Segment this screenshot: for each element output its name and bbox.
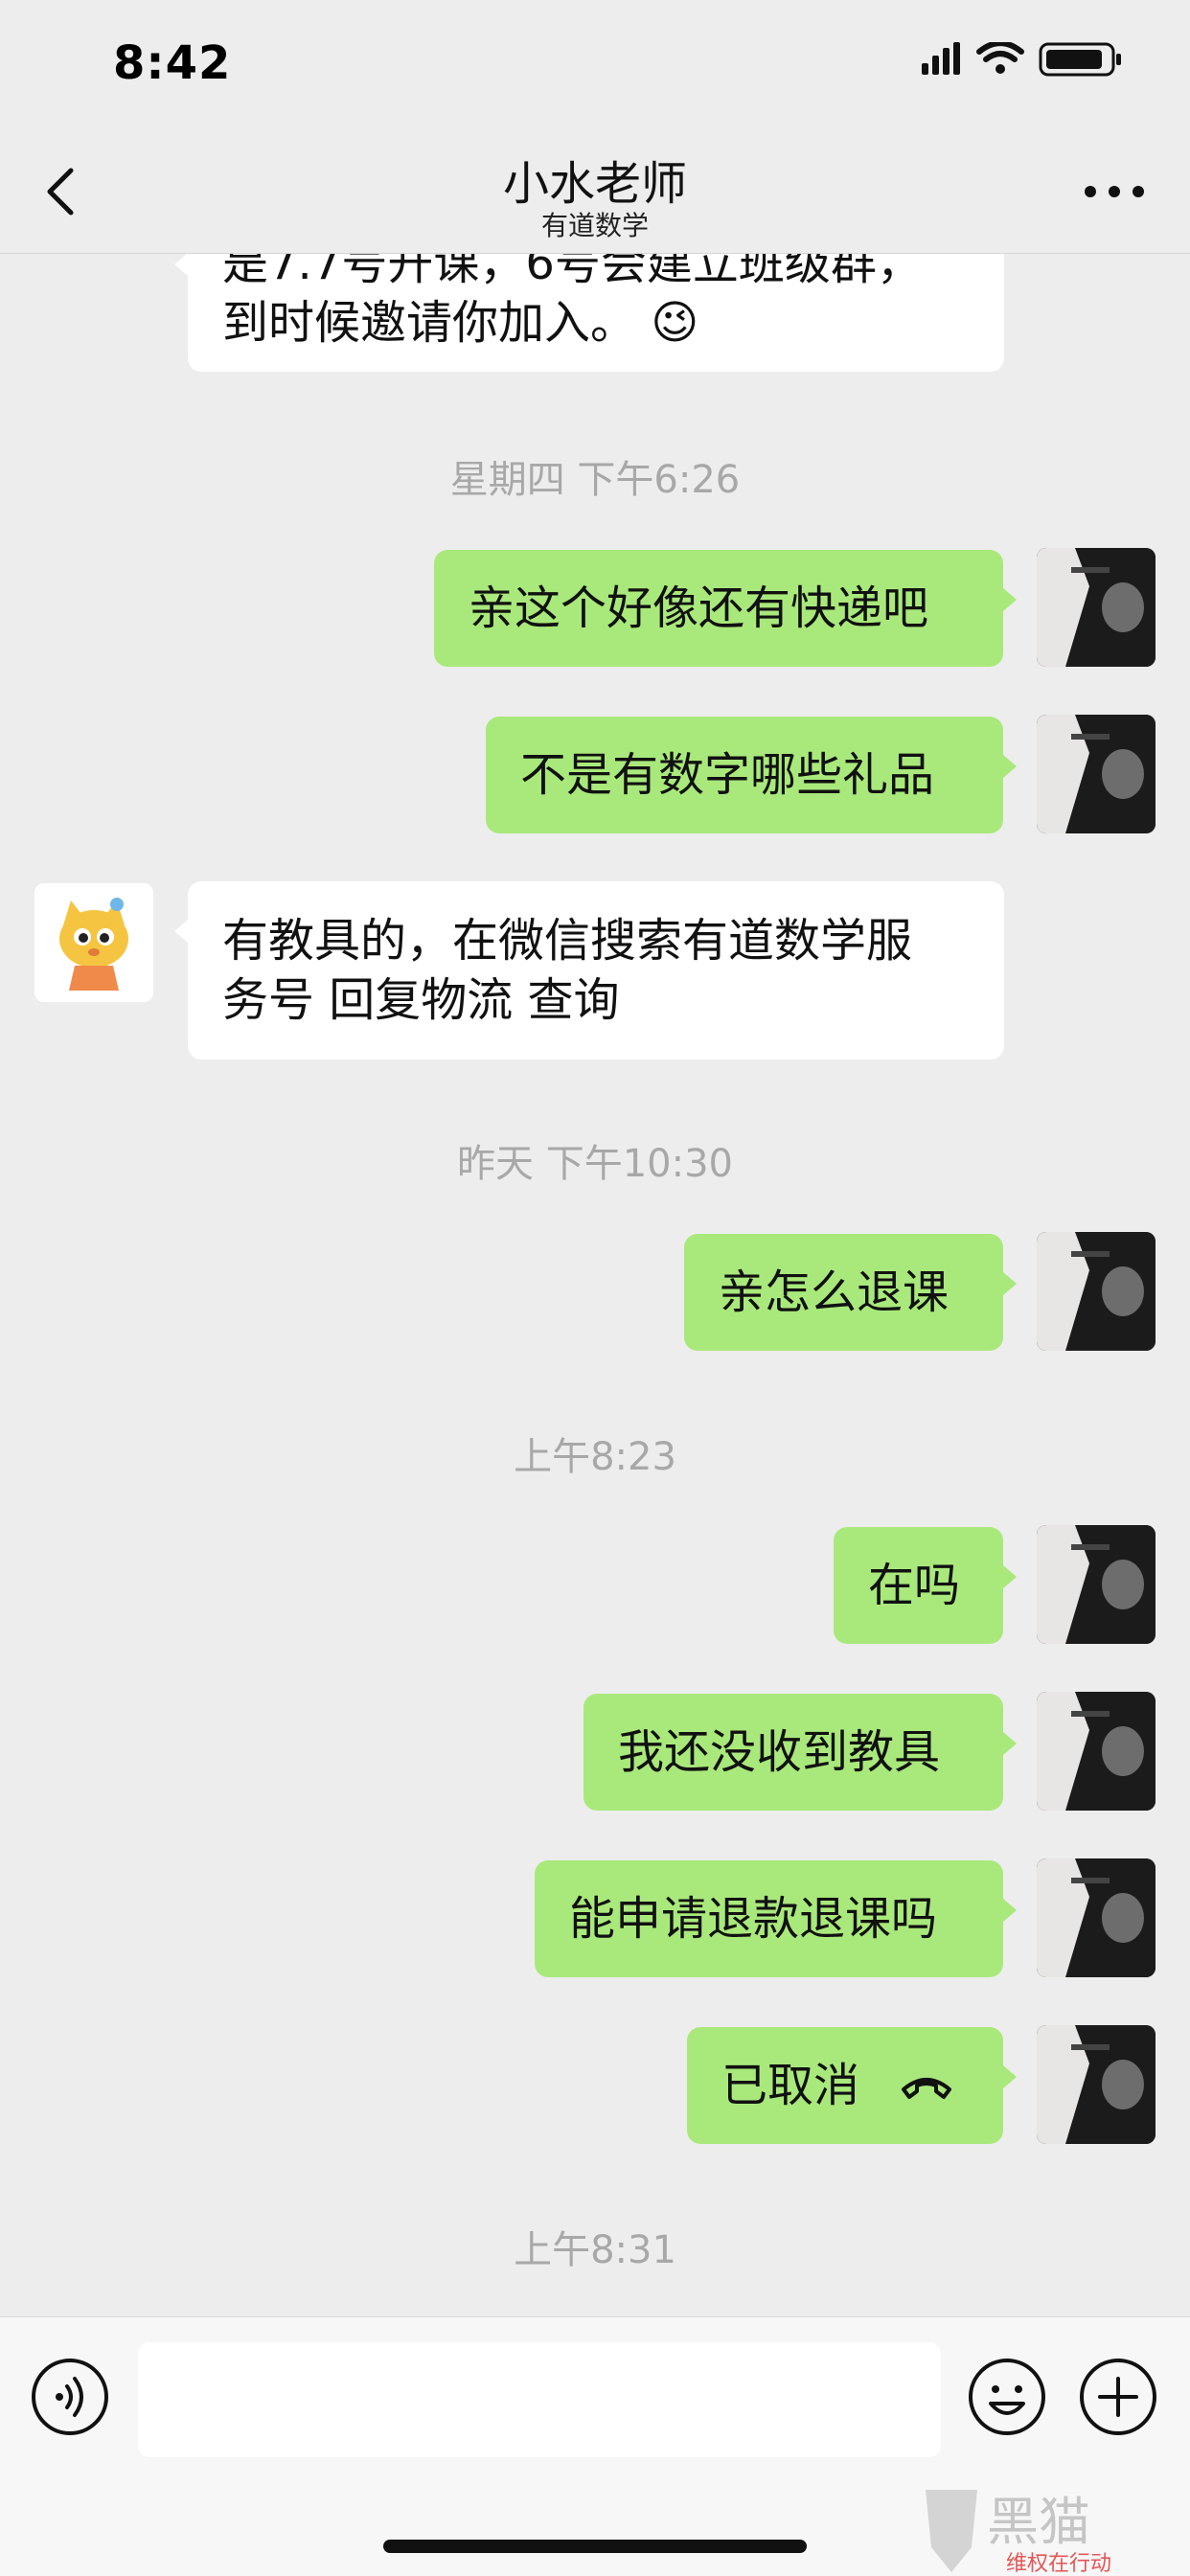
- message-text-line: 到时候邀请你加入。 😉: [222, 293, 698, 353]
- message-outgoing[interactable]: 亲怎么退课: [684, 1234, 1017, 1351]
- battery-icon: [1039, 42, 1121, 77]
- svg-text:维权在行动: 维权在行动: [1006, 2552, 1111, 2576]
- message-text: 能申请退款退课吗: [569, 1892, 938, 1946]
- my-avatar[interactable]: [1037, 1525, 1156, 1644]
- hang-up-phone-icon: [902, 2078, 952, 2099]
- message-outgoing[interactable]: 不是有数字哪些礼品: [486, 717, 1017, 833]
- timestamp: 昨天 下午10:30: [457, 1142, 733, 1186]
- input-bar: 黑猫 维权在行动: [0, 2316, 1190, 2576]
- message-text: 亲这个好像还有快递吧: [469, 581, 929, 635]
- my-avatar[interactable]: [1037, 2025, 1156, 2144]
- contact-name: 小水老师: [502, 157, 687, 211]
- my-avatar[interactable]: [1037, 715, 1156, 833]
- avatar-image: [1037, 1525, 1156, 1644]
- avatar-image: [1037, 548, 1156, 667]
- message-text: 到时候邀请你加入。: [222, 296, 637, 350]
- message-text: 我还没收到教具: [618, 1725, 941, 1779]
- message-outgoing[interactable]: 在吗: [834, 1527, 1017, 1644]
- cellular-signal-icon: [922, 42, 960, 75]
- my-avatar[interactable]: [1037, 1692, 1156, 1811]
- wifi-icon: [976, 42, 1024, 74]
- status-time: 8:42: [113, 36, 232, 90]
- my-avatar[interactable]: [1037, 1858, 1156, 1977]
- message-outgoing[interactable]: 我还没收到教具: [584, 1694, 1017, 1811]
- message-incoming[interactable]: 是7.7号开课，6号会建立班级群， 到时候邀请你加入。 😉: [174, 253, 1004, 372]
- timestamp: 星期四 下午6:26: [449, 458, 741, 502]
- svg-text:黑猫: 黑猫: [987, 2492, 1090, 2552]
- message-text: 不是有数字哪些礼品: [520, 748, 935, 802]
- avatar-image: [1037, 1692, 1156, 1811]
- timestamp: 上午8:23: [514, 1435, 676, 1479]
- chat-header: 小水老师 有道数学: [0, 134, 1190, 254]
- add-more-icon[interactable]: [1077, 2356, 1159, 2438]
- avatar-image: [1037, 715, 1156, 833]
- message-text: 亲怎么退课: [719, 1265, 950, 1319]
- message-text: 务号 回复物流 查询: [222, 973, 620, 1027]
- timestamp: 上午8:31: [514, 2228, 676, 2272]
- cartoon-cat-avatar-icon: [34, 883, 153, 1002]
- contact-subtitle: 有道数学: [540, 210, 649, 241]
- wink-emoji: 😉: [651, 296, 699, 350]
- more-options-icon[interactable]: [1081, 180, 1148, 203]
- blackcat-watermark-logo: 黑猫 维权在行动: [926, 2490, 1111, 2576]
- avatar-image: [1037, 2025, 1156, 2144]
- my-avatar[interactable]: [1037, 1232, 1156, 1351]
- message-input[interactable]: [138, 2342, 941, 2457]
- message-text: 已取消: [721, 2059, 860, 2112]
- message-text: 有教具的，在微信搜索有道数学服: [222, 914, 913, 968]
- message-list[interactable]: 是7.7号开课，6号会建立班级群， 到时候邀请你加入。 😉 星期四 下午6:26…: [0, 253, 1190, 2316]
- message-text: 在吗: [868, 1559, 961, 1612]
- message-incoming[interactable]: 有教具的，在微信搜索有道数学服 务号 回复物流 查询: [174, 881, 1004, 1060]
- teacher-avatar[interactable]: [34, 883, 153, 1002]
- avatar-image: [1037, 1232, 1156, 1351]
- emoji-icon[interactable]: [966, 2356, 1048, 2438]
- message-outgoing[interactable]: 亲这个好像还有快递吧: [434, 550, 1017, 667]
- avatar-image: [1037, 1858, 1156, 1977]
- status-icons: [922, 42, 1121, 77]
- status-bar: 8:42: [0, 0, 1190, 134]
- my-avatar[interactable]: [1037, 548, 1156, 667]
- message-outgoing[interactable]: 能申请退款退课吗: [535, 1860, 1017, 1977]
- voice-input-icon[interactable]: [29, 2356, 111, 2438]
- home-indicator[interactable]: [383, 2540, 807, 2553]
- call-cancelled-message[interactable]: 已取消: [687, 2027, 1017, 2144]
- message-text: 是7.7号开课，6号会建立班级群，: [222, 253, 923, 290]
